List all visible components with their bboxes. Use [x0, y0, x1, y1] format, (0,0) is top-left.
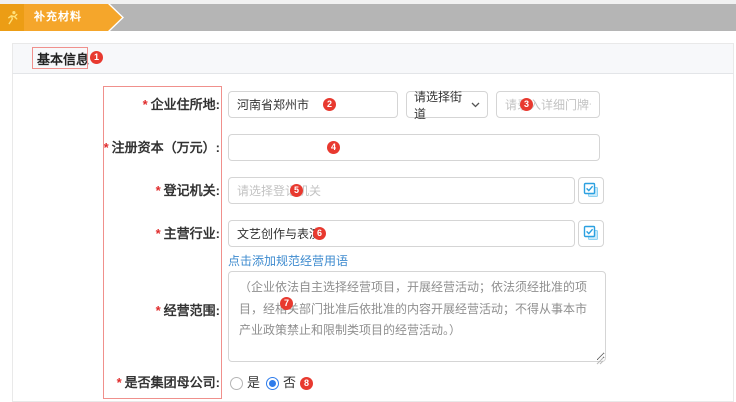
address-label: *企业住所地: — [60, 91, 220, 118]
capital-input[interactable] — [228, 134, 600, 161]
address-detail-input[interactable] — [496, 91, 600, 118]
street-select-value: 请选择街道 — [414, 88, 471, 122]
running-person-icon — [0, 4, 24, 31]
section-header-bar — [12, 43, 734, 74]
required-marker: * — [156, 183, 161, 198]
radio-no-label[interactable]: 否 — [283, 371, 296, 395]
authority-label: *登记机关: — [60, 177, 220, 204]
breadcrumb-step-label: 补充材料 — [34, 4, 82, 31]
radio-no[interactable] — [266, 377, 279, 390]
chevron-down-icon — [471, 102, 480, 108]
required-marker: * — [156, 226, 161, 241]
resize-grip-icon[interactable] — [596, 352, 604, 370]
group-label: *是否集团母公司: — [60, 371, 220, 395]
authority-picker-button[interactable] — [578, 177, 604, 204]
scope-label: *经营范围: — [60, 297, 220, 324]
checkbox-stack-icon — [583, 225, 600, 242]
street-select[interactable]: 请选择街道 — [406, 91, 488, 118]
radio-yes-label[interactable]: 是 — [247, 371, 260, 395]
breadcrumb-step-supplementary[interactable]: 补充材料 — [0, 4, 124, 31]
required-marker: * — [117, 375, 122, 390]
industry-label: *主营行业: — [60, 220, 220, 247]
scope-textarea[interactable] — [228, 271, 606, 362]
capital-label: *注册资本（万元）: — [60, 134, 220, 161]
breadcrumb-remaining-bar — [110, 4, 736, 31]
required-marker: * — [104, 140, 109, 155]
top-strip — [0, 0, 736, 4]
required-marker: * — [143, 97, 148, 112]
checkbox-stack-icon — [583, 182, 600, 199]
industry-input[interactable] — [228, 220, 575, 247]
industry-picker-button[interactable] — [578, 220, 604, 247]
section-title: 基本信息 — [37, 49, 89, 68]
radio-yes[interactable] — [230, 377, 243, 390]
authority-input[interactable] — [228, 177, 575, 204]
add-standard-terms-link[interactable]: 点击添加规范经营用语 — [228, 252, 348, 269]
required-marker: * — [156, 303, 161, 318]
address-city-input[interactable] — [228, 91, 398, 118]
